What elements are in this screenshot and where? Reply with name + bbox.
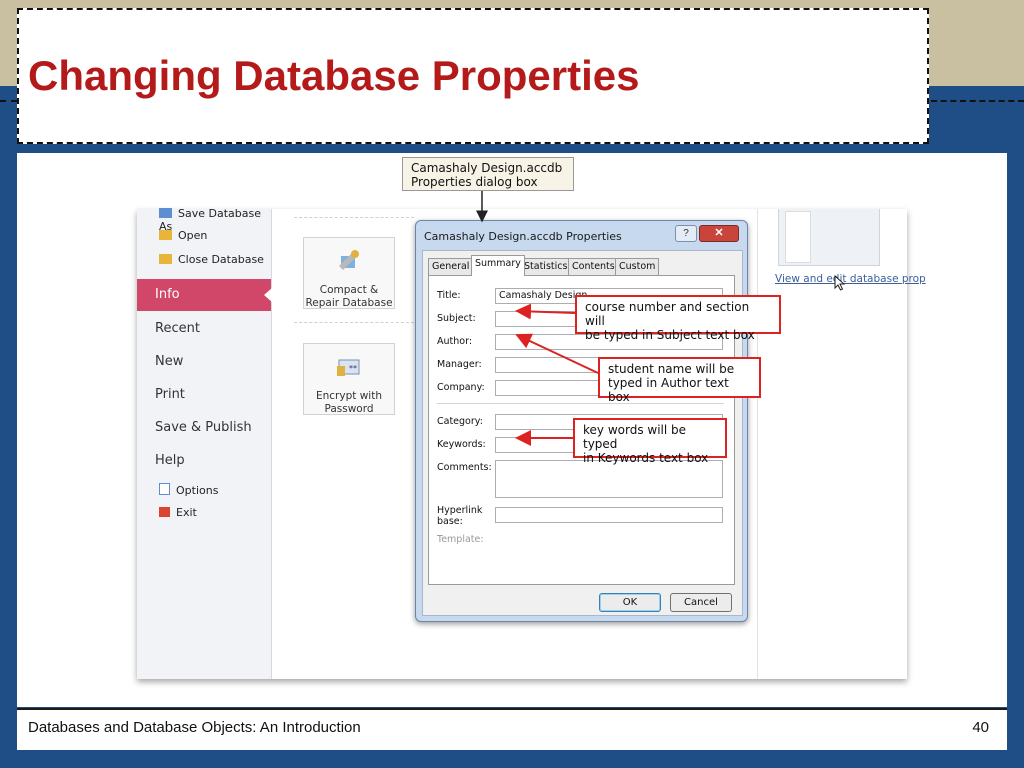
- slide-title: Changing Database Properties: [28, 52, 640, 99]
- footer-text: Databases and Database Objects: An Intro…: [28, 719, 361, 736]
- subject-arrow: [515, 303, 576, 320]
- author-arrow: [515, 333, 599, 374]
- tab-summary[interactable]: Summary: [471, 255, 525, 276]
- slide-footer: Databases and Database Objects: An Intro…: [17, 708, 1007, 750]
- dashed-line-right: [931, 100, 1024, 102]
- callout-arrows: [476, 191, 599, 446]
- page-number: 40: [972, 719, 989, 736]
- slide-content: Camashaly Design.accdb Properties dialog…: [17, 153, 1007, 707]
- dashed-line-left: [0, 100, 17, 102]
